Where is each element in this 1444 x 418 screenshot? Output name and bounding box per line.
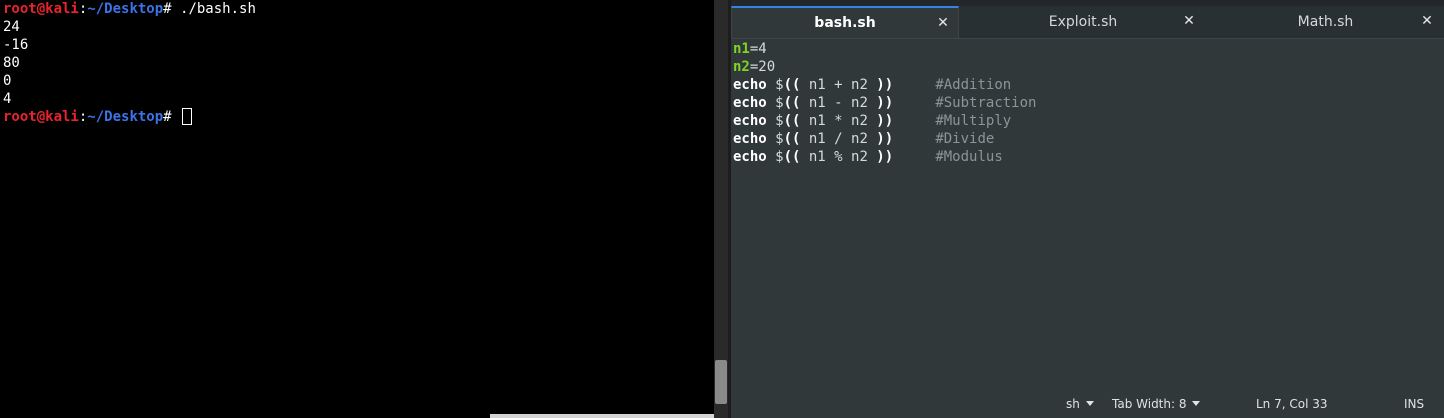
output-line: 24 xyxy=(3,19,20,35)
editor-status-bar: sh Tab Width: 8 Ln 7, Col 33 INS xyxy=(731,390,1444,418)
output-line: 0 xyxy=(3,73,12,89)
open-paren: (( xyxy=(783,113,801,129)
text-cursor xyxy=(182,108,193,125)
tab-label: bash.sh xyxy=(814,15,876,31)
dollar-sign: $ xyxy=(766,131,784,147)
prompt-user-host: root@kali xyxy=(3,109,79,125)
chevron-down-icon xyxy=(1192,401,1201,406)
cursor-position[interactable]: Ln 7, Col 33 xyxy=(1256,397,1328,411)
editor-tab-bar: bash.sh ✕ Exploit.sh ✕ Math.sh ✕ xyxy=(731,6,1444,39)
tab-label: Exploit.sh xyxy=(1048,14,1118,30)
comment: #Addition xyxy=(935,77,1012,93)
close-icon[interactable]: ✕ xyxy=(934,14,952,32)
keyword: echo xyxy=(733,149,767,165)
terminal-command-line: root@kali:~/Desktop# ./bash.sh xyxy=(3,0,256,18)
code-view[interactable]: n1=4 n2=20 echo $(( n1 + n2 )) #Addition… xyxy=(733,40,1036,166)
comment: #Modulus xyxy=(935,149,1003,165)
language-label: sh xyxy=(1066,397,1080,411)
tab-width-label: Tab Width: 8 xyxy=(1112,397,1187,411)
prompt-path: ~/Desktop xyxy=(87,109,164,125)
tab-math-sh[interactable]: Math.sh ✕ xyxy=(1207,6,1444,38)
tab-exploit-sh[interactable]: Exploit.sh ✕ xyxy=(967,6,1199,38)
keyword: echo xyxy=(733,95,767,111)
prompt-path: ~/Desktop xyxy=(87,1,164,17)
tab-label: Math.sh xyxy=(1297,14,1354,30)
prompt-hash: # xyxy=(163,1,181,17)
assignment: =20 xyxy=(749,59,776,75)
close-icon[interactable]: ✕ xyxy=(1180,12,1198,30)
code-line: echo $(( n1 - n2 )) #Subtraction xyxy=(733,94,1036,112)
tab-bash-sh[interactable]: bash.sh ✕ xyxy=(731,6,959,38)
close-paren: )) xyxy=(876,95,894,111)
open-paren: (( xyxy=(783,95,801,111)
code-line: echo $(( n1 * n2 )) #Multiply xyxy=(733,112,1036,130)
terminal-window[interactable]: root@kali:~/Desktop# ./bash.sh 24 -16 80… xyxy=(0,0,714,418)
open-paren: (( xyxy=(783,77,801,93)
terminal-command: ./bash.sh xyxy=(180,1,256,17)
dollar-sign: $ xyxy=(766,113,784,129)
chevron-down-icon xyxy=(1085,401,1094,406)
code-line: n1=4 xyxy=(733,40,1036,58)
close-icon[interactable]: ✕ xyxy=(1418,12,1436,30)
text-editor-window: bash.sh ✕ Exploit.sh ✕ Math.sh ✕ n1=4 n2… xyxy=(731,0,1444,418)
keyword: echo xyxy=(733,131,767,147)
insert-mode: INS xyxy=(1404,397,1425,411)
close-paren: )) xyxy=(876,113,894,129)
terminal-output: root@kali:~/Desktop# ./bash.sh 24 -16 80… xyxy=(3,0,256,126)
assignment: =4 xyxy=(749,41,767,57)
variable-name: n1 xyxy=(733,41,750,57)
comment: #Divide xyxy=(935,131,995,147)
expression: n1 * n2 xyxy=(800,113,877,129)
close-paren: )) xyxy=(876,77,894,93)
comment: #Subtraction xyxy=(935,95,1037,111)
dollar-sign: $ xyxy=(766,95,784,111)
code-line: n2=20 xyxy=(733,58,1036,76)
tab-width-selector[interactable]: Tab Width: 8 xyxy=(1112,397,1201,411)
padding xyxy=(893,77,935,93)
open-paren: (( xyxy=(783,131,801,147)
terminal-scroll-thumb[interactable] xyxy=(715,360,727,404)
open-paren: (( xyxy=(783,149,801,165)
padding xyxy=(893,149,935,165)
expression: n1 / n2 xyxy=(800,131,877,147)
comment: #Multiply xyxy=(935,113,1012,129)
language-selector[interactable]: sh xyxy=(1066,397,1094,411)
expression: n1 % n2 xyxy=(800,149,877,165)
code-line: echo $(( n1 % n2 )) #Modulus xyxy=(733,148,1036,166)
padding xyxy=(893,131,935,147)
prompt-user-host: root@kali xyxy=(3,1,79,17)
close-paren: )) xyxy=(876,149,894,165)
output-line: -16 xyxy=(3,37,29,53)
terminal-scrollbar[interactable] xyxy=(714,0,728,418)
output-line: 4 xyxy=(3,91,12,107)
padding xyxy=(893,113,935,129)
dollar-sign: $ xyxy=(766,149,784,165)
keyword: echo xyxy=(733,113,767,129)
code-line: echo $(( n1 / n2 )) #Divide xyxy=(733,130,1036,148)
variable-name: n2 xyxy=(733,59,750,75)
dollar-sign: $ xyxy=(766,77,784,93)
prompt-hash: # xyxy=(163,109,181,125)
output-line: 80 xyxy=(3,55,20,71)
expression: n1 + n2 xyxy=(800,77,877,93)
code-line: echo $(( n1 + n2 )) #Addition xyxy=(733,76,1036,94)
close-paren: )) xyxy=(876,131,894,147)
padding xyxy=(893,95,935,111)
terminal-prompt-line[interactable]: root@kali:~/Desktop# xyxy=(3,108,256,126)
keyword: echo xyxy=(733,77,767,93)
terminal-bottom-strip xyxy=(490,414,714,418)
expression: n1 - n2 xyxy=(800,95,877,111)
